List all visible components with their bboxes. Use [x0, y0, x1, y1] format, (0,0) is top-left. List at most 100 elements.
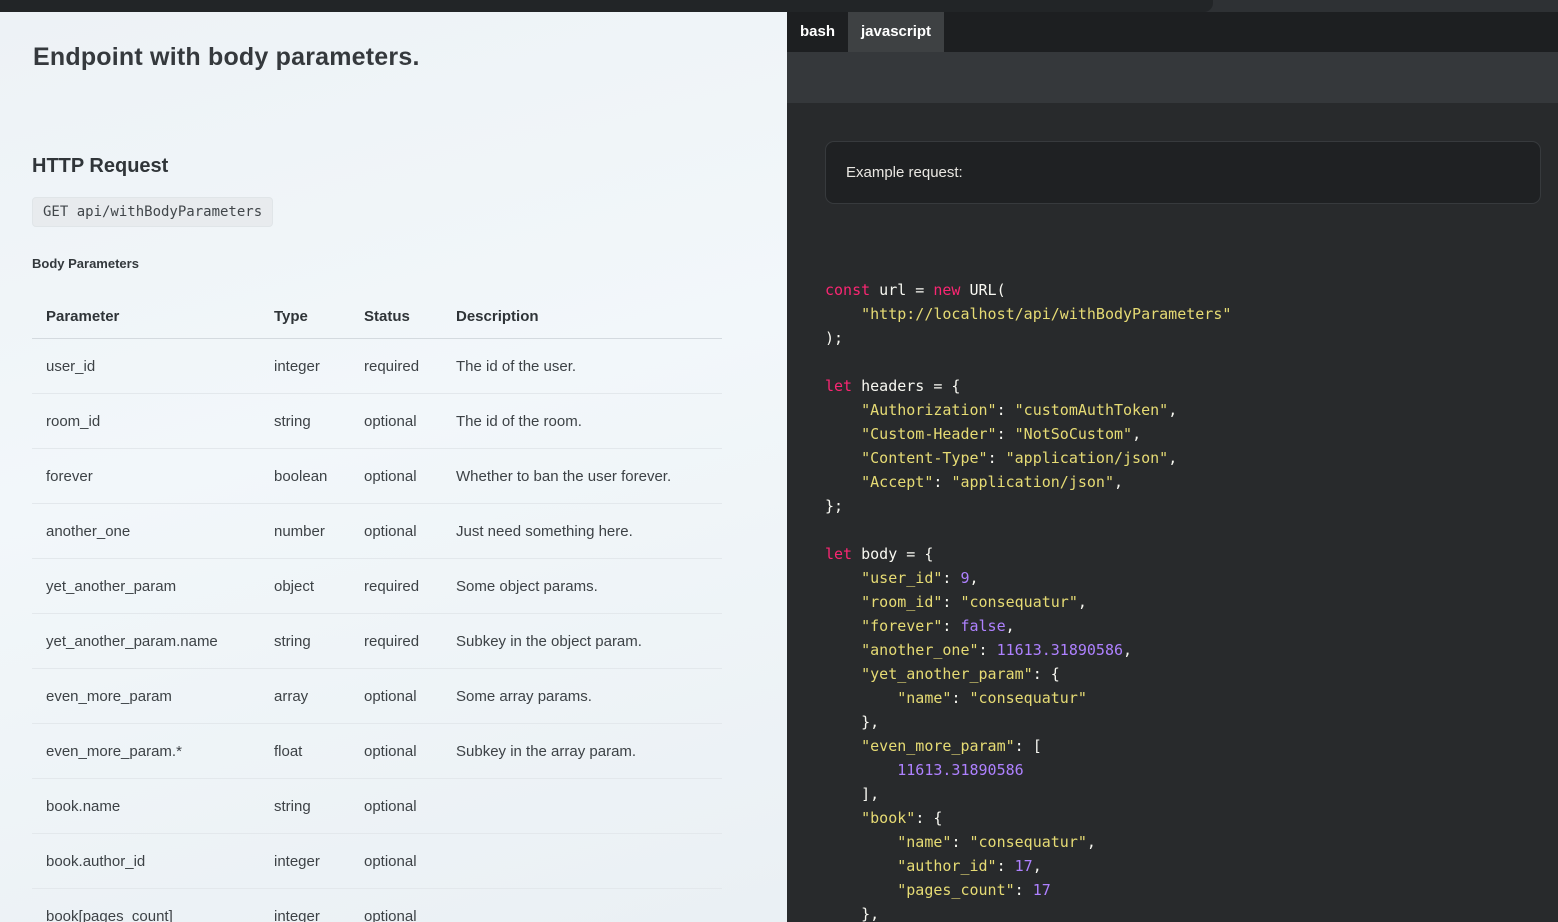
docs-panel: Endpoint with body parameters. HTTP Requ… — [0, 12, 787, 922]
code-line: "user_id": 9, — [825, 566, 1231, 590]
table-cell: even_more_param.* — [32, 724, 274, 779]
table-cell — [456, 834, 722, 889]
tab-bar-spacer — [787, 52, 1558, 103]
code-line: "pages_count": 17 — [825, 878, 1231, 902]
code-line: "another_one": 11613.31890586, — [825, 638, 1231, 662]
table-cell: required — [364, 614, 456, 669]
parameters-table: ParameterTypeStatusDescription user_idin… — [32, 297, 722, 922]
code-line: let headers = { — [825, 374, 1231, 398]
table-row: yet_another_paramobjectrequiredSome obje… — [32, 559, 722, 614]
table-cell: room_id — [32, 394, 274, 449]
tab-bash[interactable]: bash — [787, 12, 848, 52]
code-line: "Content-Type": "application/json", — [825, 446, 1231, 470]
table-cell: array — [274, 669, 364, 724]
table-row: yet_another_param.namestringrequiredSubk… — [32, 614, 722, 669]
code-line: "Custom-Header": "NotSoCustom", — [825, 422, 1231, 446]
table-row: another_onenumberoptionalJust need somet… — [32, 504, 722, 559]
table-cell: string — [274, 614, 364, 669]
code-line: ], — [825, 782, 1231, 806]
table-cell: Some object params. — [456, 559, 722, 614]
scrolled-code-block-edge — [0, 0, 1213, 12]
code-line: "http://localhost/api/withBodyParameters… — [825, 302, 1231, 326]
table-cell: optional — [364, 504, 456, 559]
table-cell: yet_another_param — [32, 559, 274, 614]
code-line: }; — [825, 494, 1231, 518]
example-request-label: Example request: — [846, 164, 963, 181]
column-header: Type — [274, 297, 364, 339]
code-line: "Authorization": "customAuthToken", — [825, 398, 1231, 422]
endpoint-badge: GET api/withBodyParameters — [32, 197, 273, 227]
code-examples-panel: bashjavascript Example request: const ur… — [787, 12, 1558, 922]
column-header: Parameter — [32, 297, 274, 339]
code-line: "name": "consequatur" — [825, 686, 1231, 710]
table-cell: required — [364, 339, 456, 394]
table-cell: string — [274, 779, 364, 834]
table-cell: The id of the user. — [456, 339, 722, 394]
table-cell — [456, 889, 722, 922]
table-cell: user_id — [32, 339, 274, 394]
table-row: even_more_param.*floatoptionalSubkey in … — [32, 724, 722, 779]
table-cell: boolean — [274, 449, 364, 504]
table-cell: The id of the room. — [456, 394, 722, 449]
code-line: "even_more_param": [ — [825, 734, 1231, 758]
table-cell: book[pages_count] — [32, 889, 274, 922]
table-cell: object — [274, 559, 364, 614]
code-line: }, — [825, 902, 1231, 922]
table-cell: string — [274, 394, 364, 449]
table-cell: optional — [364, 779, 456, 834]
table-cell: optional — [364, 724, 456, 779]
table-row: book.author_idintegeroptional — [32, 834, 722, 889]
code-block: const url = new URL( "http://localhost/a… — [825, 278, 1231, 922]
http-request-heading: HTTP Request — [32, 155, 168, 178]
table-cell: optional — [364, 669, 456, 724]
table-cell: another_one — [32, 504, 274, 559]
code-line: "author_id": 17, — [825, 854, 1231, 878]
code-line — [825, 518, 1231, 542]
table-cell: integer — [274, 834, 364, 889]
code-line: }, — [825, 710, 1231, 734]
lang-tab-bar: bashjavascript — [787, 12, 1558, 52]
column-header: Description — [456, 297, 722, 339]
table-cell: Some array params. — [456, 669, 722, 724]
table-cell: integer — [274, 339, 364, 394]
table-cell: even_more_param — [32, 669, 274, 724]
table-row: foreverbooleanoptionalWhether to ban the… — [32, 449, 722, 504]
top-strip — [0, 0, 1558, 12]
table-cell: optional — [364, 394, 456, 449]
table-cell — [456, 779, 722, 834]
code-line: const url = new URL( — [825, 278, 1231, 302]
table-cell: yet_another_param.name — [32, 614, 274, 669]
table-row: book.namestringoptional — [32, 779, 722, 834]
code-line: 11613.31890586 — [825, 758, 1231, 782]
table-cell: book.name — [32, 779, 274, 834]
table-cell: forever — [32, 449, 274, 504]
table-cell: optional — [364, 889, 456, 922]
code-line: "book": { — [825, 806, 1231, 830]
table-row: room_idstringoptionalThe id of the room. — [32, 394, 722, 449]
table-header-row: ParameterTypeStatusDescription — [32, 297, 722, 339]
table-row: user_idintegerrequiredThe id of the user… — [32, 339, 722, 394]
table-row: even_more_paramarrayoptionalSome array p… — [32, 669, 722, 724]
table-cell: Just need something here. — [456, 504, 722, 559]
table-cell: Subkey in the array param. — [456, 724, 722, 779]
table-cell: integer — [274, 889, 364, 922]
tab-javascript[interactable]: javascript — [848, 12, 944, 52]
table-cell: Subkey in the object param. — [456, 614, 722, 669]
code-line: "forever": false, — [825, 614, 1231, 638]
code-line: ); — [825, 326, 1231, 350]
table-cell: book.author_id — [32, 834, 274, 889]
code-line: "Accept": "application/json", — [825, 470, 1231, 494]
code-line: "name": "consequatur", — [825, 830, 1231, 854]
code-line: let body = { — [825, 542, 1231, 566]
table-cell: optional — [364, 834, 456, 889]
table-cell: number — [274, 504, 364, 559]
column-header: Status — [364, 297, 456, 339]
table-cell: Whether to ban the user forever. — [456, 449, 722, 504]
code-line: "yet_another_param": { — [825, 662, 1231, 686]
page-title: Endpoint with body parameters. — [33, 43, 420, 72]
table-cell: float — [274, 724, 364, 779]
code-line: "room_id": "consequatur", — [825, 590, 1231, 614]
table-cell: required — [364, 559, 456, 614]
example-request-box: Example request: — [825, 141, 1541, 204]
table-row: book[pages_count]integeroptional — [32, 889, 722, 922]
